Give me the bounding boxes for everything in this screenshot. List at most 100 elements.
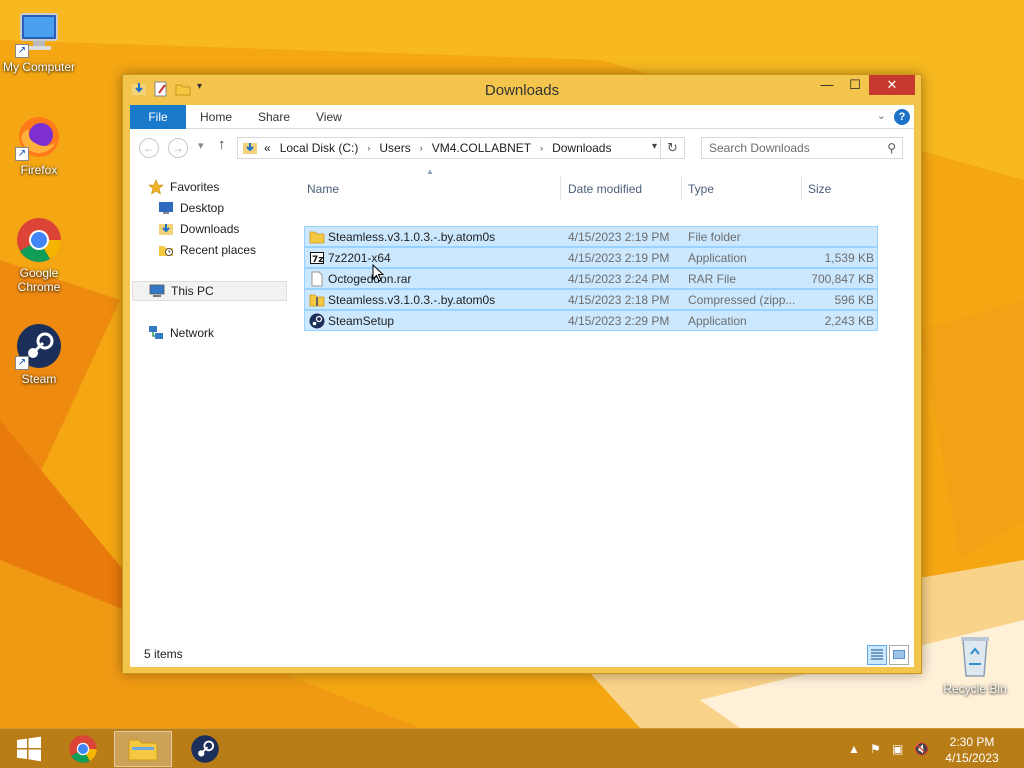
- desktop-icon-recycle-bin[interactable]: Recycle Bin: [937, 632, 1013, 696]
- desktop-icon-my-computer[interactable]: ↗ My Computer: [1, 10, 77, 74]
- large-icons-view-icon: [893, 650, 905, 659]
- column-header-name[interactable]: Name: [307, 177, 339, 201]
- volume-muted-icon[interactable]: 🔇: [914, 742, 929, 756]
- start-button[interactable]: [0, 731, 58, 767]
- column-divider[interactable]: [801, 177, 802, 201]
- nav-label: Recent places: [180, 243, 257, 257]
- tab-file[interactable]: File: [130, 105, 186, 129]
- nav-favorites[interactable]: Favorites: [148, 177, 219, 197]
- taskbar-steam[interactable]: [176, 731, 234, 767]
- desktop-icon-google-chrome[interactable]: Google Chrome: [1, 216, 77, 294]
- file-name: Steamless.v3.1.0.3.-.by.atom0s: [328, 293, 496, 307]
- nav-item-desktop[interactable]: Desktop: [158, 198, 224, 218]
- chevron-down-icon[interactable]: ▾: [652, 141, 657, 152]
- file-type: Application: [688, 251, 747, 265]
- maximize-button[interactable]: ☐: [841, 75, 869, 95]
- zip-folder-icon: [309, 292, 325, 308]
- close-button[interactable]: ✕: [869, 75, 915, 95]
- help-icon[interactable]: ?: [894, 109, 910, 125]
- breadcrumb-user-folder[interactable]: VM4.COLLABNET: [432, 141, 531, 155]
- file-type: File folder: [688, 230, 741, 244]
- recent-places-icon: [158, 242, 174, 258]
- file-date: 4/15/2023 2:19 PM: [568, 230, 670, 244]
- network-icon: [148, 325, 164, 341]
- star-icon: [148, 179, 164, 195]
- file-size: 596 KB: [834, 293, 874, 307]
- firefox-icon: ↗: [15, 113, 63, 161]
- table-row[interactable]: 7z 7z2201-x64 4/15/2023 2:19 PM Applicat…: [304, 247, 878, 268]
- breadcrumb-local-disk[interactable]: Local Disk (C:): [280, 141, 359, 155]
- nav-label: Network: [170, 326, 215, 340]
- chrome-icon: [69, 735, 97, 763]
- column-header-size[interactable]: Size: [808, 177, 831, 201]
- file-name: Octogeddon.rar: [328, 272, 412, 286]
- back-button[interactable]: ←: [139, 138, 159, 158]
- details-view-button[interactable]: [867, 645, 887, 665]
- details-view-icon: [871, 649, 883, 660]
- action-center-flag-icon[interactable]: ⚑: [870, 742, 881, 756]
- tab-home[interactable]: Home: [200, 105, 232, 129]
- breadcrumb-users[interactable]: Users: [379, 141, 410, 155]
- explorer-window[interactable]: ▾ Downloads — ☐ ✕ File Home Share View ⌄…: [122, 74, 922, 674]
- network-status-icon[interactable]: ▣: [892, 742, 903, 756]
- large-icons-view-button[interactable]: [889, 645, 909, 665]
- downloads-folder-icon: [242, 140, 258, 156]
- taskbar-file-explorer[interactable]: [114, 731, 172, 767]
- minimize-button[interactable]: —: [813, 75, 841, 95]
- forward-button[interactable]: →: [168, 138, 188, 158]
- title-bar[interactable]: ▾ Downloads — ☐ ✕: [123, 75, 921, 105]
- nav-label: Desktop: [180, 201, 225, 215]
- up-button[interactable]: ↑: [218, 136, 226, 153]
- refresh-button[interactable]: ↻: [661, 137, 685, 159]
- mouse-cursor-icon: [372, 263, 385, 285]
- file-icon: [309, 271, 325, 287]
- file-type: RAR File: [688, 272, 737, 286]
- column-divider[interactable]: [560, 177, 561, 201]
- navigation-pane: Favorites Desktop Downloads Recent place…: [130, 167, 290, 627]
- desktop-icon-label: Recycle Bin: [943, 682, 1007, 696]
- table-row[interactable]: Steamless.v3.1.0.3.-.by.atom0s 4/15/2023…: [304, 289, 878, 310]
- clock[interactable]: 2:30 PM 4/15/2023: [942, 734, 1002, 766]
- nav-item-this-pc[interactable]: This PC: [132, 281, 287, 301]
- file-date: 4/15/2023 2:18 PM: [568, 293, 670, 307]
- search-input[interactable]: Search Downloads: [701, 137, 903, 159]
- column-divider[interactable]: [681, 177, 682, 201]
- desktop-icon-firefox[interactable]: ↗ Firefox: [1, 113, 77, 177]
- status-bar: 5 items: [130, 641, 914, 667]
- expand-ribbon-icon[interactable]: ⌄: [877, 109, 886, 122]
- tab-view[interactable]: View: [316, 105, 342, 129]
- desktop-icon-steam[interactable]: ↗ Steam: [1, 322, 77, 386]
- breadcrumb-downloads[interactable]: Downloads: [552, 141, 611, 155]
- address-bar[interactable]: « Local Disk (C:) › Users › VM4.COLLABNE…: [237, 137, 661, 159]
- desktop-icon: [158, 200, 174, 216]
- nav-item-downloads[interactable]: Downloads: [158, 219, 239, 239]
- chevron-right-icon[interactable]: ›: [420, 143, 423, 153]
- file-size: 700,847 KB: [811, 272, 874, 286]
- file-type: Compressed (zipp...: [688, 293, 796, 307]
- show-hidden-icons-icon[interactable]: ▲: [848, 742, 860, 756]
- search-icon[interactable]: ⚲: [887, 141, 896, 155]
- nav-item-recent-places[interactable]: Recent places: [158, 240, 256, 260]
- nav-label: Downloads: [180, 222, 240, 236]
- table-row[interactable]: Octogeddon.rar 4/15/2023 2:24 PM RAR Fil…: [304, 268, 878, 289]
- clock-date: 4/15/2023: [945, 751, 999, 765]
- table-row[interactable]: Steamless.v3.1.0.3.-.by.atom0s 4/15/2023…: [304, 226, 878, 247]
- steam-icon: [309, 313, 325, 329]
- computer-icon: [149, 283, 165, 299]
- chevron-right-icon[interactable]: ›: [367, 143, 370, 153]
- nav-item-network[interactable]: Network: [148, 323, 214, 343]
- clock-time: 2:30 PM: [949, 735, 995, 749]
- navigation-bar: ← → ▾ ↑ « Local Disk (C:) › Users › VM4.…: [130, 129, 914, 167]
- recycle-bin-icon: [951, 632, 999, 680]
- windows-logo-icon: [17, 736, 41, 762]
- recent-locations-icon[interactable]: ▾: [198, 139, 204, 152]
- column-header-date[interactable]: Date modified: [568, 177, 642, 201]
- breadcrumb-overflow[interactable]: «: [264, 141, 271, 155]
- file-date: 4/15/2023 2:19 PM: [568, 251, 670, 265]
- tab-share[interactable]: Share: [258, 105, 290, 129]
- column-header-type[interactable]: Type: [688, 177, 714, 201]
- table-row[interactable]: SteamSetup 4/15/2023 2:29 PM Application…: [304, 310, 878, 331]
- file-size: 2,243 KB: [824, 314, 874, 328]
- taskbar-chrome[interactable]: [54, 731, 112, 767]
- chevron-right-icon[interactable]: ›: [540, 143, 543, 153]
